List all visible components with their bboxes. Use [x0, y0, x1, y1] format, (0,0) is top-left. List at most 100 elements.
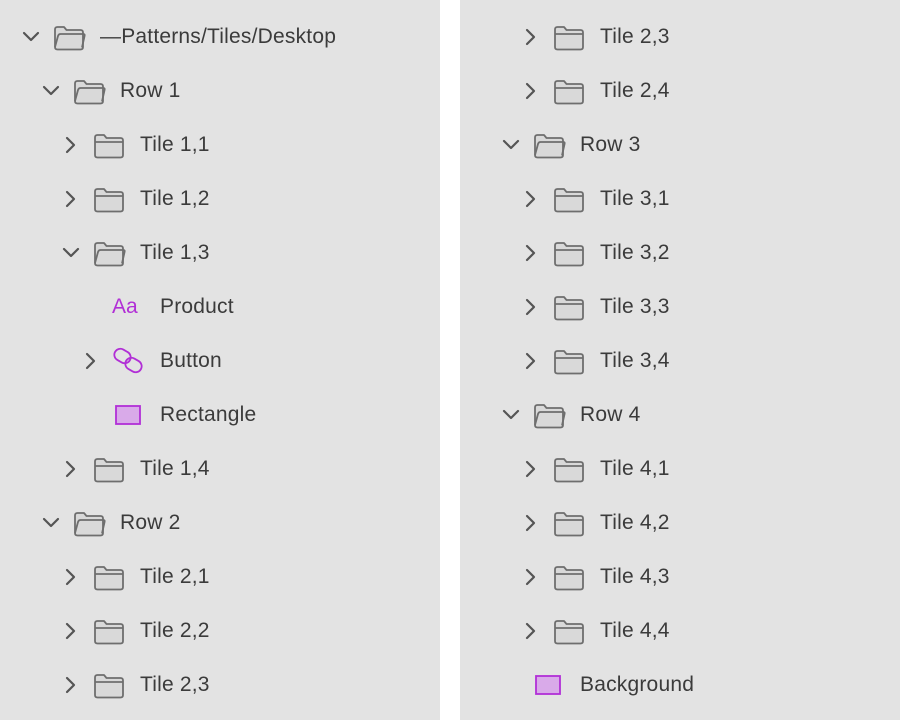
layer-row[interactable]: Button [0, 334, 440, 388]
layer-name: Tile 3,3 [600, 295, 670, 318]
layer-row[interactable]: Tile 1,2 [0, 172, 440, 226]
chevron-right-icon[interactable] [520, 350, 542, 372]
chevron-down-icon[interactable] [60, 242, 82, 264]
layer-name: Tile 2,1 [140, 565, 210, 588]
chevron-right-icon[interactable] [520, 458, 542, 480]
layer-list-left[interactable]: —Patterns/Tiles/Desktop Row 1 Tile 1,1 Tile… [0, 0, 440, 720]
layer-name: Tile 1,1 [140, 133, 210, 156]
folder-open-icon [52, 21, 86, 53]
layer-name: Tile 4,2 [600, 511, 670, 534]
folder-icon [552, 291, 586, 323]
layer-name: Row 4 [580, 403, 641, 426]
layer-name: Row 1 [120, 79, 181, 102]
folder-open-icon [92, 237, 126, 269]
chevron-right-icon[interactable] [60, 458, 82, 480]
layer-name: Tile 4,1 [600, 457, 670, 480]
layer-row[interactable]: Aa Product [0, 280, 440, 334]
folder-icon [552, 183, 586, 215]
layer-row[interactable]: Rectangle [0, 388, 440, 442]
layer-name: Tile 2,4 [600, 79, 670, 102]
layer-name: Button [160, 349, 222, 372]
folder-icon [552, 237, 586, 269]
layer-name: —Patterns/Tiles/Desktop [100, 25, 337, 48]
folder-icon [92, 561, 126, 593]
folder-icon [92, 183, 126, 215]
layer-row[interactable]: Row 1 [0, 64, 440, 118]
chevron-right-icon[interactable] [520, 566, 542, 588]
folder-open-icon [72, 75, 106, 107]
chevron-down-icon[interactable] [40, 512, 62, 534]
layer-name: Tile 2,3 [600, 25, 670, 48]
layer-name: Tile 2,2 [140, 619, 210, 642]
layer-row[interactable]: Tile 4,4 [460, 604, 900, 658]
folder-icon [92, 129, 126, 161]
layer-row[interactable]: Tile 4,2 [460, 496, 900, 550]
rectangle-icon [112, 399, 146, 431]
folder-icon [92, 453, 126, 485]
chevron-right-icon[interactable] [60, 188, 82, 210]
layer-name: Tile 4,4 [600, 619, 670, 642]
layer-row[interactable]: Tile 2,2 [0, 604, 440, 658]
chevron-right-icon[interactable] [520, 80, 542, 102]
chevron-down-icon[interactable] [40, 80, 62, 102]
chevron-down-icon[interactable] [500, 134, 522, 156]
layer-row[interactable]: Tile 3,4 [460, 334, 900, 388]
layer-row[interactable]: Tile 1,3 [0, 226, 440, 280]
folder-open-icon [532, 399, 566, 431]
layer-row[interactable]: Row 4 [460, 388, 900, 442]
layer-row[interactable]: Tile 1,4 [0, 442, 440, 496]
layer-row[interactable]: Row 3 [460, 118, 900, 172]
layer-row[interactable]: Tile 3,3 [460, 280, 900, 334]
layer-name: Rectangle [160, 403, 257, 426]
layer-name: Background [580, 673, 695, 696]
layer-name: Tile 3,2 [600, 241, 670, 264]
layer-row[interactable]: Background [460, 658, 900, 712]
layer-name: Tile 2,3 [140, 673, 210, 696]
chevron-down-icon[interactable] [20, 26, 42, 48]
layer-row[interactable]: Row 2 [0, 496, 440, 550]
layer-row[interactable]: Tile 2,1 [0, 550, 440, 604]
layer-list-right[interactable]: Tile 2,3 Tile 2,4 Row 3 Tile 3,1 Tile 3,2 Til… [460, 0, 900, 720]
chevron-right-icon[interactable] [60, 674, 82, 696]
chevron-right-icon[interactable] [520, 242, 542, 264]
layer-name: Row 2 [120, 511, 181, 534]
folder-icon [92, 669, 126, 701]
folder-icon [92, 615, 126, 647]
layer-row[interactable]: Tile 4,1 [460, 442, 900, 496]
layer-name: Tile 1,3 [140, 241, 210, 264]
symbol-link-icon [112, 345, 146, 377]
folder-open-icon [72, 507, 106, 539]
chevron-right-icon[interactable] [520, 512, 542, 534]
layer-row[interactable]: —Patterns/Tiles/Desktop [0, 10, 440, 64]
folder-icon [552, 345, 586, 377]
chevron-right-icon[interactable] [520, 620, 542, 642]
layer-row[interactable]: Tile 2,3 [460, 10, 900, 64]
layer-name: Tile 3,4 [600, 349, 670, 372]
chevron-down-icon[interactable] [500, 404, 522, 426]
layer-name: Tile 4,3 [600, 565, 670, 588]
chevron-right-icon[interactable] [60, 620, 82, 642]
chevron-right-icon[interactable] [60, 566, 82, 588]
chevron-right-icon[interactable] [520, 26, 542, 48]
layer-name: Product [160, 295, 234, 318]
folder-icon [552, 507, 586, 539]
layer-row[interactable]: Tile 2,4 [460, 64, 900, 118]
folder-open-icon [532, 129, 566, 161]
layer-row[interactable]: Tile 2,3 [0, 658, 440, 712]
layer-row[interactable]: Tile 3,2 [460, 226, 900, 280]
text-icon: Aa [112, 295, 138, 318]
chevron-right-icon[interactable] [80, 350, 102, 372]
layer-row[interactable]: Tile 4,3 [460, 550, 900, 604]
layer-name: Tile 1,4 [140, 457, 210, 480]
folder-icon [552, 453, 586, 485]
layer-name: Tile 1,2 [140, 187, 210, 210]
folder-icon [552, 21, 586, 53]
chevron-right-icon[interactable] [520, 188, 542, 210]
folder-icon [552, 561, 586, 593]
layer-row[interactable]: Tile 3,1 [460, 172, 900, 226]
chevron-right-icon[interactable] [60, 134, 82, 156]
layer-row[interactable]: Tile 1,1 [0, 118, 440, 172]
layer-name: Tile 3,1 [600, 187, 670, 210]
chevron-right-icon[interactable] [520, 296, 542, 318]
folder-icon [552, 75, 586, 107]
